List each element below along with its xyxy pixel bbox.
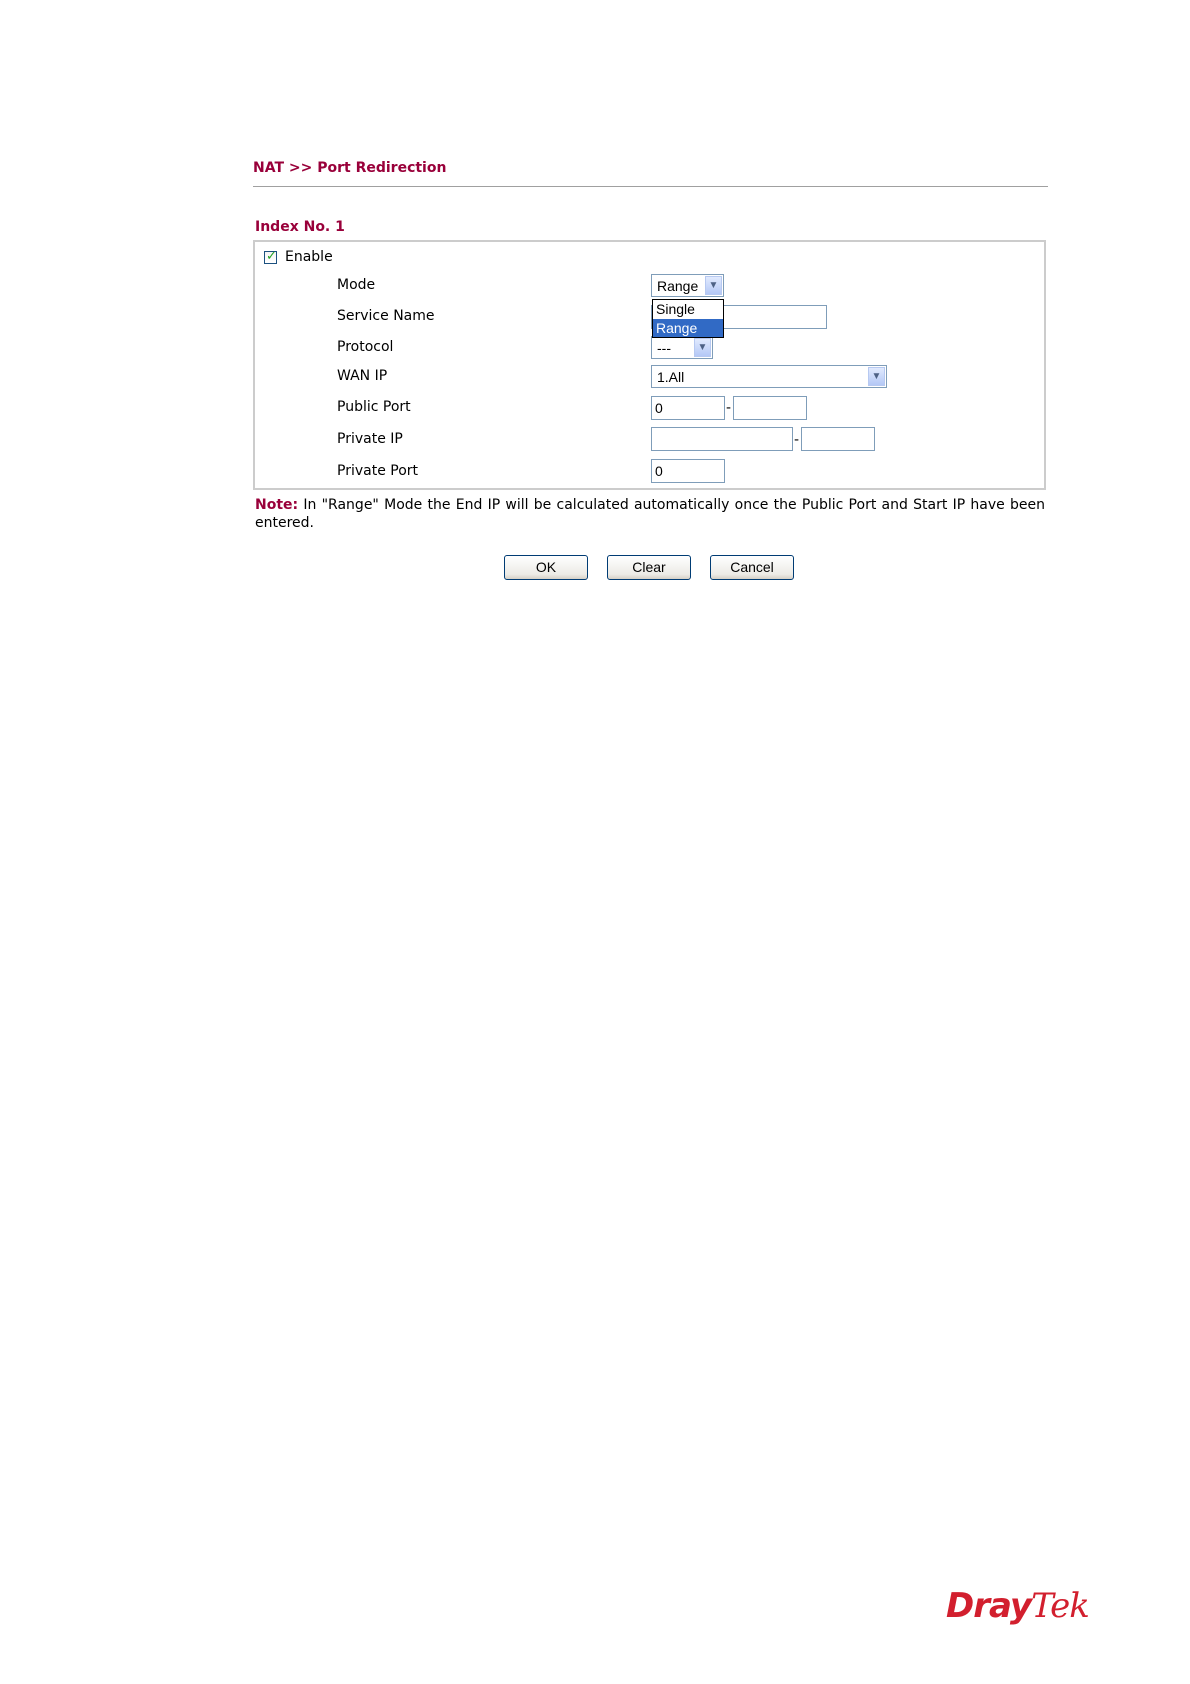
clear-button[interactable]: Clear	[607, 555, 691, 580]
service-name-label: Service Name	[337, 308, 435, 324]
protocol-label: Protocol	[337, 339, 394, 355]
mode-select-value: Range	[657, 278, 699, 294]
protocol-select-value: ---	[657, 340, 671, 356]
wan-ip-select[interactable]: 1.All ▼	[651, 365, 887, 388]
check-icon: ✓	[266, 249, 277, 264]
title-divider	[253, 186, 1048, 187]
wan-ip-select-value: 1.All	[657, 369, 685, 385]
public-port-end-input[interactable]	[733, 396, 807, 420]
ok-button[interactable]: OK	[504, 555, 588, 580]
chevron-down-icon[interactable]: ▼	[694, 338, 711, 357]
private-ip-label: Private IP	[337, 431, 403, 447]
private-port-input[interactable]: 0	[651, 459, 725, 483]
cancel-button[interactable]: Cancel	[710, 555, 794, 580]
enable-label: Enable	[285, 249, 333, 265]
draytek-logo: DrayTek	[946, 1586, 1090, 1626]
private-ip-separator: -	[794, 432, 800, 448]
note-text: Note: In "Range" Mode the End IP will be…	[255, 496, 1045, 532]
private-port-label: Private Port	[337, 463, 419, 479]
private-ip-start-input[interactable]	[651, 427, 793, 451]
mode-dropdown-list[interactable]: Single Range	[652, 299, 724, 338]
mode-option-range[interactable]: Range	[653, 319, 723, 337]
public-port-separator: -	[726, 400, 732, 416]
wan-ip-label: WAN IP	[337, 368, 388, 384]
index-label: Index No. 1	[255, 219, 345, 235]
page-title: NAT >> Port Redirection	[253, 160, 447, 176]
protocol-select[interactable]: --- ▼	[651, 336, 713, 359]
note-prefix: Note:	[255, 497, 299, 513]
private-ip-end-input[interactable]	[801, 427, 875, 451]
mode-option-single[interactable]: Single	[653, 300, 723, 318]
chevron-down-icon[interactable]: ▼	[705, 276, 722, 295]
public-port-label: Public Port	[337, 399, 411, 415]
mode-label: Mode	[337, 277, 376, 293]
chevron-down-icon[interactable]: ▼	[868, 367, 885, 386]
mode-select[interactable]: Range ▼	[651, 274, 724, 297]
note-body: In "Range" Mode the End IP will be calcu…	[255, 497, 1045, 531]
public-port-start-input[interactable]: 0	[651, 396, 725, 420]
enable-checkbox[interactable]: ✓	[264, 249, 277, 264]
